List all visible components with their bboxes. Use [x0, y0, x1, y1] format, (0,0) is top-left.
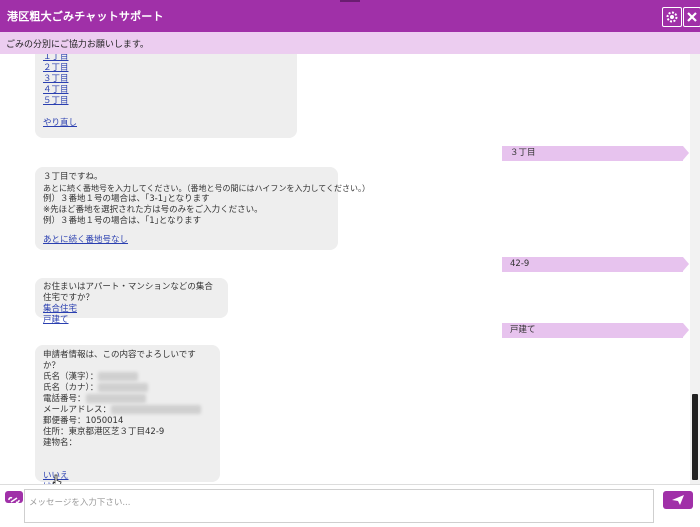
message-line: ※先ほど番地を選択された方は号のみをご入力ください。: [43, 205, 263, 215]
chat-title: 港区粗大ごみチャットサポート: [7, 10, 164, 23]
bot-message-chome: １丁目 ２丁目 ３丁目 ４丁目 ５丁目 やり直し: [35, 54, 297, 138]
phone-label: 電話番号：: [43, 394, 86, 404]
user-message-text: 42-9: [510, 259, 530, 269]
redo-link[interactable]: やり直し: [43, 118, 289, 129]
postal-row: 郵便番号：1050014: [43, 416, 124, 426]
message-line: 例）３番地１号の場合は、｢3-1｣となります: [43, 194, 210, 204]
option-house[interactable]: 戸建て: [43, 315, 220, 326]
bot-message-housing: お住まいはアパート・マンションなどの集合住宅ですか？ 集合住宅 戸建て: [35, 278, 228, 325]
chat-log[interactable]: １丁目 ２丁目 ３丁目 ４丁目 ５丁目 やり直し ３丁目 ３丁目ですね。 あとに…: [0, 54, 690, 484]
redacted-value: [98, 372, 139, 381]
address-row: 住所：東京都港区芝３丁目42-9: [43, 427, 165, 437]
message-line: お住まいはアパート・マンションなどの集合住宅ですか？: [43, 282, 213, 303]
user-message: ３丁目: [502, 146, 689, 161]
send-icon: [672, 495, 684, 505]
redacted-value: [98, 383, 149, 392]
notice-text: ごみの分別にご協力お願いします。: [6, 39, 149, 50]
option-no[interactable]: いいえ: [43, 471, 212, 482]
scrollbar-thumb[interactable]: [692, 394, 698, 480]
link-icon[interactable]: [5, 491, 23, 504]
message-input-placeholder: メッセージを入力下さい...: [29, 498, 131, 508]
bot-message-banchi: ３丁目ですね。 あとに続く番地号を入力してください。（番地と号の間にはハイフンを…: [35, 167, 371, 250]
message-line: 例）３番地１号の場合は、｢1｣となります: [43, 216, 202, 226]
redacted-value: [85, 394, 146, 403]
close-icon[interactable]: [683, 7, 700, 27]
redacted-value: [111, 405, 202, 414]
phone-row: 電話番号：: [43, 394, 212, 405]
notice-bar: ごみの分別にご協力お願いします。: [0, 32, 700, 54]
name-kana-row: 氏名（カナ）：: [43, 383, 212, 394]
user-message: 42-9: [502, 257, 689, 272]
name-kana-label: 氏名（カナ）：: [43, 383, 99, 393]
chat-header: 港区粗大ごみチャットサポート: [0, 0, 700, 32]
composer: メッセージを入力下さい...: [0, 484, 700, 527]
message-input[interactable]: メッセージを入力下さい...: [24, 489, 654, 523]
gear-icon[interactable]: [662, 7, 682, 27]
send-button[interactable]: [663, 491, 693, 509]
option-chome-4[interactable]: ４丁目: [43, 85, 289, 96]
option-chome-3[interactable]: ３丁目: [43, 74, 289, 85]
email-row: メールアドレス：: [43, 405, 212, 416]
option-apartment[interactable]: 集合住宅: [43, 304, 220, 315]
email-label: メールアドレス：: [43, 405, 112, 415]
message-line: あとに続く番地号を入力してください。（番地と号の間にはハイフンを入力してください…: [43, 184, 371, 193]
building-row: 建物名：: [43, 438, 78, 448]
message-line: ３丁目ですね。: [43, 172, 103, 182]
option-chome-2[interactable]: ２丁目: [43, 63, 289, 74]
option-chome-1[interactable]: １丁目: [43, 54, 289, 63]
option-chome-5[interactable]: ５丁目: [43, 96, 289, 107]
user-message-text: 戸建て: [510, 325, 536, 335]
chat-scrollbar[interactable]: [690, 54, 700, 484]
user-message-text: ３丁目: [510, 148, 536, 158]
bot-message-confirm: 申請者情報は、この内容でよろしいですか？ 氏名（漢字）： 氏名（カナ）： 電話番…: [35, 345, 220, 484]
message-line: 申請者情報は、この内容でよろしいですか？: [43, 350, 196, 371]
user-message: 戸建て: [502, 323, 689, 338]
drag-handle[interactable]: [340, 0, 360, 2]
name-kanji-row: 氏名（漢字）：: [43, 372, 212, 383]
no-banchi-link[interactable]: あとに続く番地号なし: [43, 235, 330, 246]
name-kanji-label: 氏名（漢字）：: [43, 372, 99, 382]
